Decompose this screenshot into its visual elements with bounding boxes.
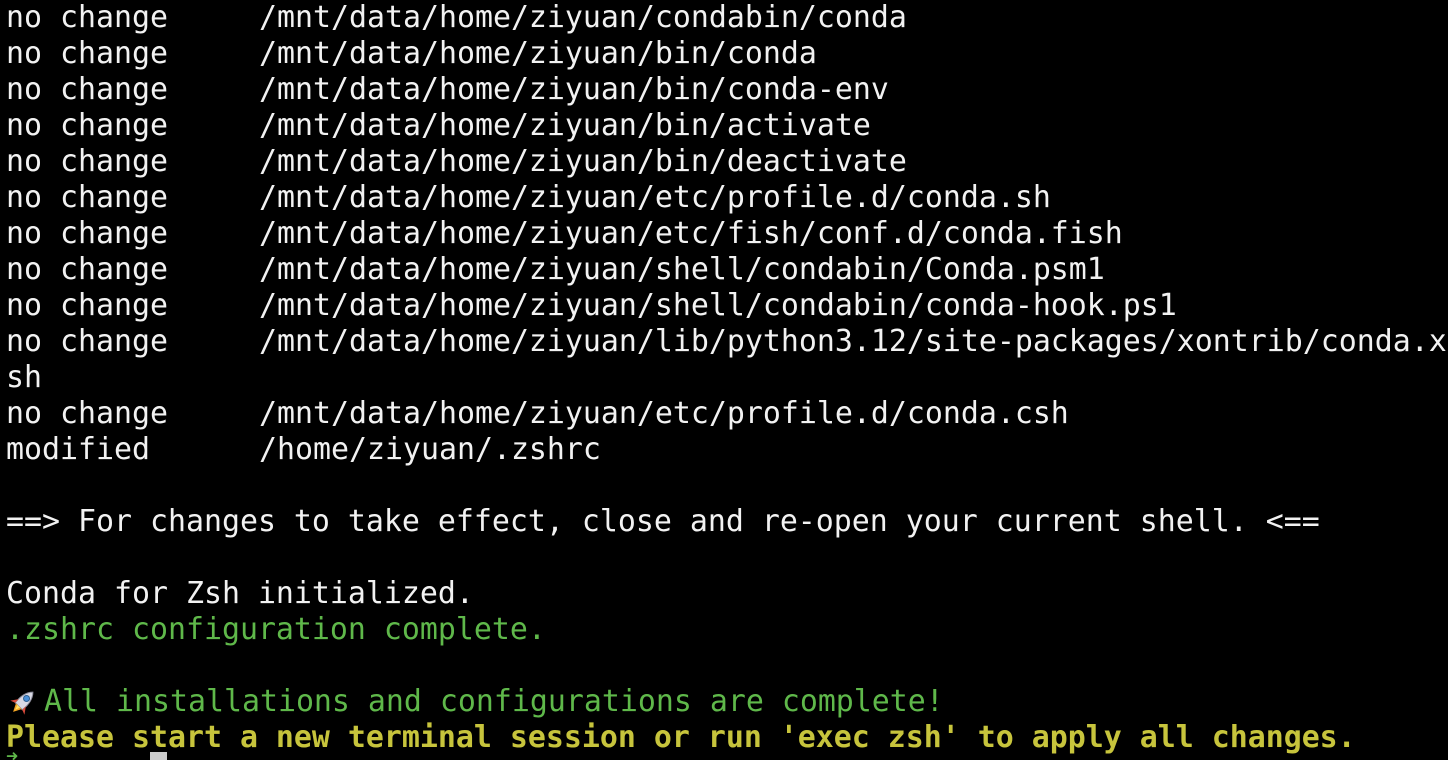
conda-init-message: Conda for Zsh initialized. bbox=[6, 576, 474, 611]
output-row: no change/mnt/data/home/ziyuan/bin/conda bbox=[6, 36, 817, 72]
zshrc-complete-message: .zshrc configuration complete. bbox=[6, 612, 546, 647]
output-row: no change/mnt/data/home/ziyuan/etc/profi… bbox=[6, 396, 1069, 432]
row-status: no change bbox=[6, 252, 168, 287]
row-path: /mnt/data/home/ziyuan/lib/python3.12/sit… bbox=[259, 324, 1447, 359]
output-row: no change/mnt/data/home/ziyuan/lib/pytho… bbox=[6, 324, 1447, 360]
restart-notice: Please start a new terminal session or r… bbox=[6, 720, 1356, 755]
row-path: /mnt/data/home/ziyuan/etc/fish/conf.d/co… bbox=[259, 216, 1123, 251]
row-path: /home/ziyuan/.zshrc bbox=[259, 432, 601, 467]
row-status: no change bbox=[6, 108, 168, 143]
row-path: /mnt/data/home/ziyuan/etc/profile.d/cond… bbox=[259, 396, 1069, 431]
block-cursor[interactable] bbox=[150, 752, 167, 760]
row-path: /mnt/data/home/ziyuan/bin/conda-env bbox=[259, 72, 889, 107]
output-row: no change/mnt/data/home/ziyuan/shell/con… bbox=[6, 252, 1105, 288]
row-path: /mnt/data/home/ziyuan/bin/activate bbox=[259, 108, 871, 143]
row-status: no change bbox=[6, 288, 168, 323]
output-row: no change/mnt/data/home/ziyuan/etc/fish/… bbox=[6, 216, 1123, 252]
output-row: no change/mnt/data/home/ziyuan/bin/deact… bbox=[6, 144, 907, 180]
output-row: no change/mnt/data/home/ziyuan/bin/conda… bbox=[6, 72, 889, 108]
all-complete-message: All installations and configurations are… bbox=[44, 684, 944, 719]
output-row: no change/mnt/data/home/ziyuan/shell/con… bbox=[6, 288, 1177, 324]
all-complete-line: All installations and configurations are… bbox=[6, 684, 944, 720]
rocket-icon bbox=[6, 684, 44, 720]
row-path: /mnt/data/home/ziyuan/shell/condabin/con… bbox=[259, 288, 1177, 323]
row-status: no change bbox=[6, 396, 168, 431]
output-row: modified/home/ziyuan/.zshrc bbox=[6, 432, 601, 468]
output-row: no change/mnt/data/home/ziyuan/etc/profi… bbox=[6, 180, 1051, 216]
row-status: modified bbox=[6, 432, 150, 467]
output-row: no change/mnt/data/home/ziyuan/condabin/… bbox=[6, 0, 907, 36]
row-path: /mnt/data/home/ziyuan/bin/conda bbox=[259, 36, 817, 71]
row-status: no change bbox=[6, 324, 168, 359]
row-status: no change bbox=[6, 72, 168, 107]
output-row-wrap: sh bbox=[6, 360, 42, 396]
effect-notice: ==> For changes to take effect, close an… bbox=[6, 504, 1320, 539]
row-path-continued: sh bbox=[6, 360, 42, 395]
row-status: no change bbox=[6, 144, 168, 179]
row-path: /mnt/data/home/ziyuan/shell/condabin/Con… bbox=[259, 252, 1105, 287]
row-path: /mnt/data/home/ziyuan/condabin/conda bbox=[259, 0, 907, 35]
output-row: no change/mnt/data/home/ziyuan/bin/activ… bbox=[6, 108, 871, 144]
row-status: no change bbox=[6, 0, 168, 35]
row-path: /mnt/data/home/ziyuan/bin/deactivate bbox=[259, 144, 907, 179]
row-path: /mnt/data/home/ziyuan/etc/profile.d/cond… bbox=[259, 180, 1051, 215]
prompt-arrow-icon: ➜ bbox=[6, 752, 36, 760]
row-status: no change bbox=[6, 36, 168, 71]
row-status: no change bbox=[6, 216, 168, 251]
row-status: no change bbox=[6, 180, 168, 215]
terminal-window[interactable]: no change/mnt/data/home/ziyuan/condabin/… bbox=[0, 0, 1448, 760]
